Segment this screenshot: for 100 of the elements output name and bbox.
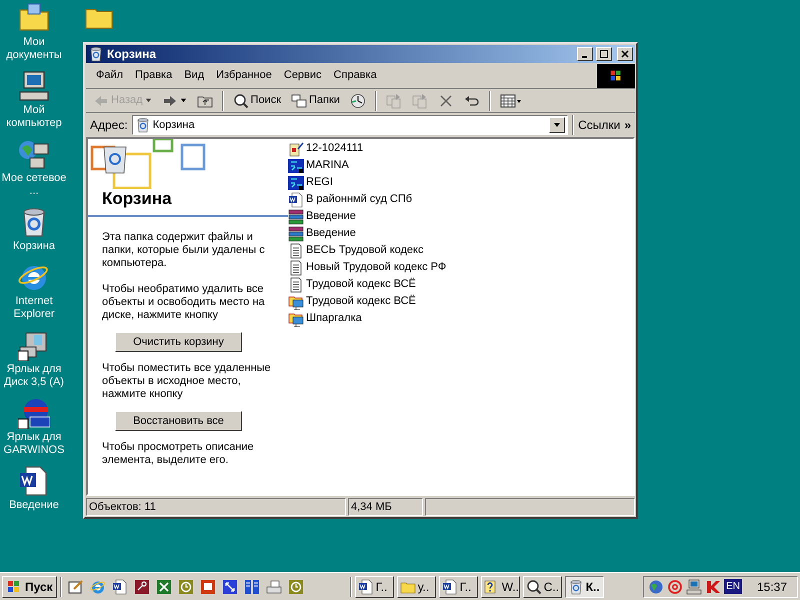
- browser-icon: [90, 578, 106, 594]
- key-icon: [134, 578, 150, 594]
- desktop-icon-label[interactable]: Мое сетевое ...: [0, 172, 68, 198]
- language-indicator[interactable]: EN: [724, 579, 742, 594]
- file-item[interactable]: Введение: [288, 225, 446, 242]
- computer-icon: [686, 578, 702, 594]
- clock-icon: [350, 92, 366, 108]
- caret-icon: [553, 121, 562, 129]
- description-text: Чтобы просмотреть описание элемента, выделите его.: [102, 441, 255, 467]
- address-field[interactable]: Корзина: [132, 115, 568, 135]
- menu-item[interactable]: Справка: [328, 67, 383, 84]
- menu-item[interactable]: Файл: [90, 67, 130, 84]
- search-icon: [526, 578, 542, 594]
- action-button[interactable]: Очистить корзину: [115, 332, 242, 352]
- window-title: Корзина: [107, 46, 158, 63]
- file-item[interactable]: В районнмй суд СПб: [288, 191, 446, 208]
- word-icon: [442, 578, 458, 594]
- close-button[interactable]: [617, 47, 633, 61]
- text-document-icon: [288, 276, 304, 292]
- desktop-icon-label[interactable]: Мои документы: [0, 36, 68, 62]
- task-button[interactable]: К..: [564, 576, 604, 598]
- globe-icon: [648, 578, 664, 594]
- task-button[interactable]: Г..: [438, 576, 478, 598]
- arrows-icon: [222, 578, 238, 594]
- network-folder-icon: [288, 310, 304, 326]
- folders-icon: [291, 92, 308, 108]
- dropdown-button[interactable]: [549, 117, 566, 133]
- folders-button[interactable]: Папки: [288, 90, 343, 110]
- clock: 15:37: [756, 578, 788, 596]
- scanner-icon: [266, 578, 282, 594]
- caret-icon: [144, 97, 152, 104]
- desktop-icon-label[interactable]: Мой компьютер: [0, 104, 68, 130]
- text-document-icon: [288, 260, 304, 276]
- network-icon: [18, 138, 50, 170]
- windows-flag-icon: [6, 578, 22, 594]
- start-button[interactable]: Пуск: [2, 576, 57, 598]
- delete-icon: [438, 92, 454, 108]
- shortcut-icon: [288, 140, 304, 156]
- desktop-icon-label[interactable]: Введение: [9, 499, 59, 512]
- minimize-button[interactable]: [577, 47, 593, 61]
- description-text: Эта папка содержит файлы и папки, которые были удалены с компьютера.: [102, 231, 266, 270]
- menu-item[interactable]: Избранное: [210, 67, 278, 84]
- desktop-icon-label[interactable]: Ярлык для Диск 3,5 (A): [0, 363, 68, 389]
- file-item[interactable]: ВЕСЬ Трудовой кодекс: [288, 242, 446, 259]
- desktop-icon-label[interactable]: Internet Explorer: [0, 295, 68, 321]
- search-button[interactable]: Поиск: [230, 90, 284, 110]
- word-document-icon: [288, 192, 304, 208]
- menu-item[interactable]: Сервис: [278, 67, 328, 84]
- clock-icon: [288, 578, 304, 594]
- chevron-button[interactable]: »: [624, 116, 631, 134]
- file-item[interactable]: REGI: [288, 174, 446, 191]
- description-text: Чтобы поместить все удаленные объекты в исходное место, нажмите кнопку: [102, 362, 272, 401]
- action-button[interactable]: Восстановить все: [115, 411, 242, 431]
- caret-icon: [180, 97, 187, 104]
- desktop-icon-label[interactable]: Ярлык для GARWINOS: [0, 431, 68, 457]
- views-icon: [500, 92, 522, 108]
- file-item[interactable]: Введение: [288, 208, 446, 225]
- recycle-bin-icon: [568, 578, 584, 594]
- application-icon: [288, 158, 304, 174]
- file-item[interactable]: 12-1024111: [288, 140, 446, 157]
- application-icon: [288, 174, 304, 190]
- k-logo-icon: [705, 578, 722, 594]
- file-item[interactable]: MARINA: [288, 157, 446, 174]
- move-to-icon: [386, 92, 402, 108]
- file-item[interactable]: Трудовой кодекс ВСЁ: [288, 276, 446, 293]
- status-text: 4,34 МБ: [348, 498, 423, 516]
- links-button[interactable]: Ссылки: [578, 116, 620, 134]
- windows-flag-icon: [609, 68, 623, 82]
- panel-heading: Корзина: [101, 189, 173, 209]
- books-icon: [288, 226, 304, 242]
- desktop-icon-label[interactable]: Корзина: [13, 240, 55, 253]
- clock-icon: [178, 578, 194, 594]
- desktop-icon: [68, 578, 84, 594]
- task-button[interactable]: Г..: [354, 576, 394, 598]
- presentation-icon: [200, 578, 216, 594]
- close-icon: [621, 50, 629, 58]
- search-icon: [232, 92, 249, 108]
- books-icon: [288, 208, 304, 224]
- maximize-icon: [600, 50, 608, 58]
- file-item[interactable]: Трудовой кодекс ВСЁ: [288, 293, 446, 310]
- recycle-bin-icon: [88, 46, 104, 62]
- spreadsheet-icon: [156, 578, 172, 594]
- network-folder-icon: [288, 294, 304, 310]
- menu-item[interactable]: Вид: [178, 67, 210, 84]
- menu-item[interactable]: Правка: [129, 67, 178, 84]
- computer-icon: [18, 70, 50, 102]
- description-text: Чтобы необратимо удалить все объекты и освободить место на диске, нажмите кнопку: [102, 283, 266, 322]
- word-icon: [358, 578, 374, 594]
- task-button[interactable]: W..: [480, 576, 520, 598]
- task-button[interactable]: у..: [396, 576, 436, 598]
- recycle-bin-icon: [134, 117, 151, 133]
- status-text: Объектов: 11: [86, 498, 346, 516]
- text-document-icon: [288, 242, 304, 258]
- garant-icon: [18, 397, 50, 429]
- word-icon: [112, 578, 128, 594]
- file-item[interactable]: Шпаргалка: [288, 310, 446, 327]
- file-item[interactable]: Новый Трудовой кодекс РФ: [288, 259, 446, 276]
- maximize-button[interactable]: [596, 47, 612, 61]
- task-button[interactable]: С..: [522, 576, 562, 598]
- books-icon: [244, 578, 260, 594]
